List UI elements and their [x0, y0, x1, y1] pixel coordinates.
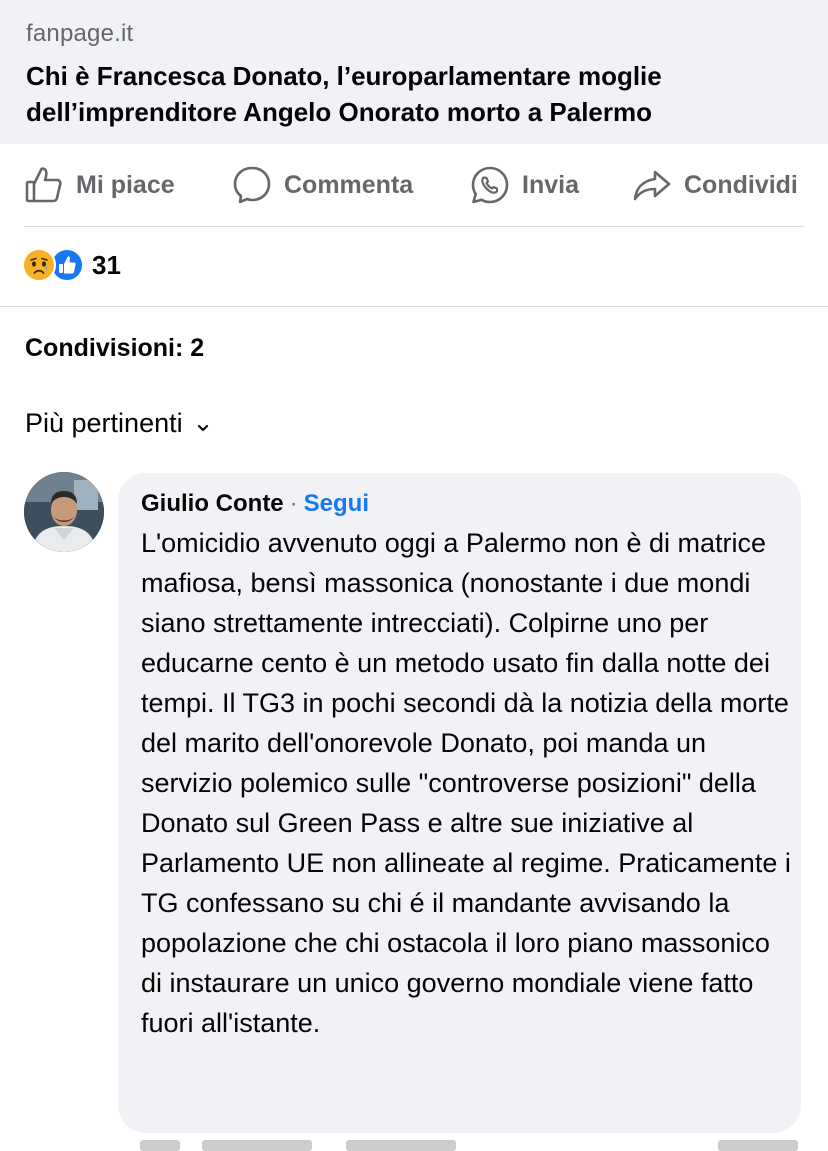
comment-reply-placeholder[interactable]	[346, 1140, 456, 1151]
comment-sort-selector[interactable]: Più pertinenti	[25, 408, 209, 439]
reactions-summary[interactable]: 31	[22, 248, 121, 282]
like-button[interactable]: Mi piace	[24, 144, 175, 226]
comment-reactions-placeholder	[718, 1140, 798, 1151]
link-preview-card[interactable]: fanpage.it Chi è Francesca Donato, l’eur…	[0, 0, 828, 144]
send-button-label: Invia	[522, 170, 579, 199]
sort-label: Più pertinenti	[25, 408, 183, 438]
comment-bubble[interactable]: Giulio Conte · Segui L'omicidio avvenuto…	[118, 473, 801, 1133]
follow-button[interactable]: Segui	[304, 489, 369, 519]
reaction-count: 31	[92, 249, 121, 280]
whatsapp-icon	[470, 165, 510, 205]
comment-text: L'omicidio avvenuto oggi a Palermo non è…	[141, 528, 791, 1038]
comment-button[interactable]: Commenta	[232, 144, 413, 226]
sad-reaction-icon	[22, 248, 56, 282]
like-button-label: Mi piace	[76, 170, 175, 199]
chevron-down-icon	[197, 408, 209, 439]
post-action-bar: Mi piace Commenta Invia Condividi	[0, 144, 828, 226]
divider	[24, 226, 804, 227]
link-title[interactable]: Chi è Francesca Donato, l’europarlamenta…	[26, 58, 802, 130]
separator-dot: ·	[289, 490, 298, 517]
shares-count[interactable]: Condivisioni: 2	[25, 334, 204, 363]
comment-header: Giulio Conte · Segui	[141, 489, 779, 519]
send-button[interactable]: Invia	[470, 144, 579, 226]
comment-button-label: Commenta	[284, 170, 414, 199]
comment-time-placeholder	[140, 1140, 180, 1151]
share-button[interactable]: Condividi	[632, 144, 798, 226]
share-arrow-icon	[632, 165, 672, 205]
divider	[0, 306, 828, 307]
thumbs-up-icon	[24, 165, 64, 205]
link-source: fanpage.it	[26, 20, 134, 47]
share-button-label: Condividi	[684, 170, 798, 199]
comment-actions-row	[140, 1140, 820, 1151]
comment-author[interactable]: Giulio Conte	[141, 489, 284, 519]
comment-like-placeholder[interactable]	[202, 1140, 312, 1151]
speech-bubble-icon	[232, 165, 272, 205]
avatar[interactable]	[24, 472, 104, 552]
